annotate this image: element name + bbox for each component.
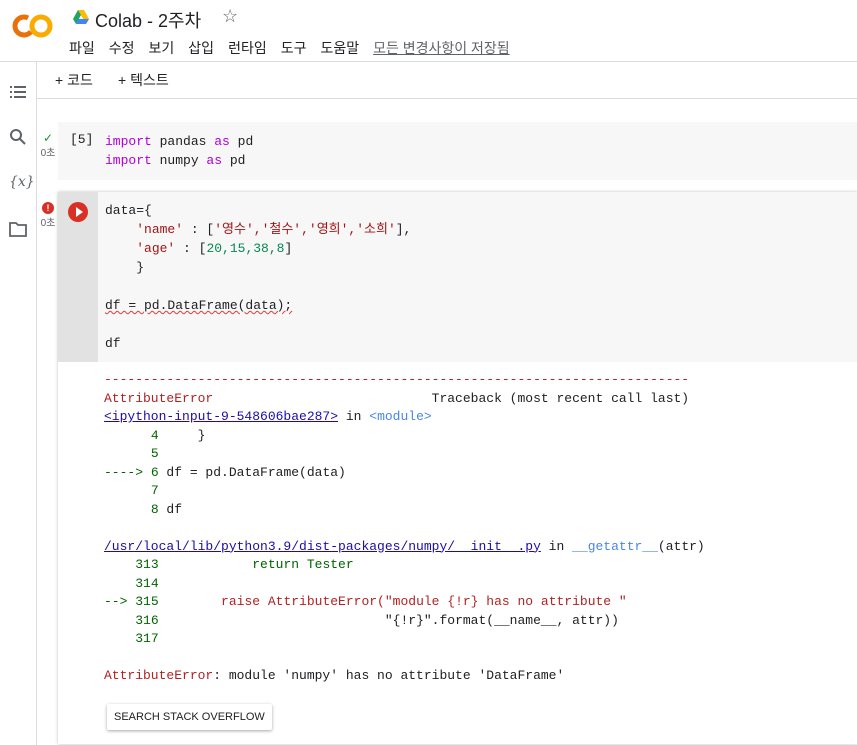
traceback-code: return Tester — [158, 557, 354, 572]
line-number: 4 — [150, 427, 159, 443]
final-error-name: AttributeError — [104, 668, 214, 683]
code-text: ], — [395, 222, 412, 237]
traceback-arrow — [104, 483, 151, 498]
table-of-contents-icon[interactable] — [9, 83, 27, 101]
traceback-code: } — [158, 427, 206, 443]
traceback-arrow: ----> — [104, 464, 151, 480]
traceback-code: raise AttributeError("module {!r} has no… — [158, 594, 627, 609]
traceback-arrow: --> — [104, 594, 136, 609]
save-status-link[interactable]: 모든 변경사항이 저장됨 — [373, 38, 510, 58]
traceback-arrow — [104, 446, 151, 461]
code-text: : [ — [183, 222, 215, 237]
check-icon: ✓ — [42, 131, 54, 145]
line-number: 6 — [150, 464, 159, 480]
drive-icon — [73, 10, 89, 24]
code-cell-2-source[interactable]: data={ 'name' : ['영수','철수','영희','소희'], '… — [105, 201, 411, 353]
menu-bar: 파일 수정 보기 삽입 런타임 도구 도움말 모든 변경사항이 저장됨 — [69, 38, 524, 58]
in-text: in — [540, 538, 573, 554]
traceback-code: "{!r}".format(__name__, attr)) — [158, 612, 619, 628]
keyword: as — [214, 134, 230, 149]
add-text-button[interactable]: + 텍스트 — [118, 70, 169, 90]
traceback-arrow — [104, 557, 135, 572]
ipython-input-link[interactable]: <ipython-input-9-548606bae287> — [104, 409, 338, 424]
line-number: 5 — [150, 446, 159, 461]
module-name: <module> — [369, 409, 432, 424]
string-literal: 'age' — [136, 241, 176, 256]
traceback-arrow — [104, 613, 135, 628]
line-number: 314 — [135, 575, 159, 591]
function-name: __getattr__ — [572, 538, 658, 554]
traceback-arrow — [104, 502, 151, 517]
menu-file[interactable]: 파일 — [69, 38, 95, 58]
code-line: } — [105, 260, 145, 275]
error-icon: ! — [42, 202, 54, 214]
keyword: import — [105, 153, 152, 168]
code-line: df — [105, 336, 121, 351]
traceback-header: Traceback (most recent call last) — [213, 390, 690, 406]
code-line: import pandas as pd — [105, 134, 253, 149]
keyword: import — [105, 134, 152, 149]
search-icon[interactable] — [9, 128, 27, 146]
cell-2-duration: 0초 — [40, 218, 56, 229]
line-number: 8 — [150, 501, 159, 517]
code-text: pandas — [151, 134, 215, 149]
search-stack-overflow-button[interactable]: SEARCH STACK OVERFLOW — [107, 704, 272, 730]
code-text: pd — [222, 153, 246, 168]
string-literal: 'name' — [136, 222, 184, 237]
numpy-file-link[interactable]: /usr/local/lib/python3.9/dist-packages/n… — [104, 539, 541, 554]
add-code-button[interactable]: + 코드 — [55, 70, 93, 90]
string-literal: '영수','철수','영희','소희' — [214, 222, 396, 237]
menu-tools[interactable]: 도구 — [281, 38, 307, 58]
files-icon[interactable] — [9, 220, 27, 238]
run-cell-button[interactable] — [68, 202, 88, 222]
code-line: import numpy as pd — [105, 153, 245, 168]
traceback-code: df = pd.DataFrame(data) — [158, 464, 346, 480]
notebook-toolbar: + 코드 + 텍스트 — [37, 62, 857, 99]
colab-logo — [12, 14, 53, 38]
keyword: as — [206, 153, 223, 168]
traceback-arrow — [104, 428, 151, 443]
menu-view[interactable]: 보기 — [149, 38, 175, 58]
code-line: data={ — [105, 203, 152, 218]
error-name: AttributeError — [104, 390, 214, 406]
cell-1-duration: 0초 — [40, 148, 56, 159]
traceback-code: df — [158, 501, 183, 517]
code-text: ] — [284, 241, 293, 256]
left-sidebar: {x} — [0, 62, 37, 745]
code-text: : [ — [175, 241, 207, 256]
menu-insert[interactable]: 삽입 — [188, 38, 214, 58]
line-number: 316 — [135, 612, 159, 628]
cell-2-status: ! 0초 — [38, 202, 58, 229]
traceback-arrow — [104, 631, 135, 646]
code-text: pd — [229, 134, 254, 149]
number-literal: 20,15,38,8 — [206, 241, 285, 256]
final-error-message: : module 'numpy' has no attribute 'DataF… — [213, 668, 565, 683]
traceback-separator: ----------------------------------------… — [104, 372, 690, 387]
line-number: 315 — [135, 594, 159, 609]
in-text: in — [338, 409, 370, 424]
line-number: 317 — [135, 631, 159, 646]
cell-1-status: ✓ 0초 — [38, 132, 58, 159]
cell-output-traceback: ----------------------------------------… — [104, 371, 705, 686]
function-args: (attr) — [657, 538, 705, 554]
line-number: 313 — [135, 557, 159, 572]
variables-icon[interactable]: {x} — [9, 174, 35, 192]
notebook-title[interactable]: Colab - 2주차 — [95, 7, 201, 33]
star-outline-icon[interactable]: ☆ — [222, 6, 238, 27]
menu-runtime[interactable]: 런타임 — [228, 38, 267, 58]
execution-count: [5] — [70, 132, 94, 147]
menu-help[interactable]: 도움말 — [320, 38, 359, 58]
code-cell-1-source[interactable]: import pandas as pd import numpy as pd — [105, 132, 253, 170]
traceback-arrow — [104, 576, 135, 591]
menu-edit[interactable]: 수정 — [109, 38, 135, 58]
code-line-warning: df = pd.DataFrame(data); — [105, 298, 293, 313]
code-text: numpy — [151, 153, 207, 168]
line-number: 7 — [150, 483, 159, 498]
